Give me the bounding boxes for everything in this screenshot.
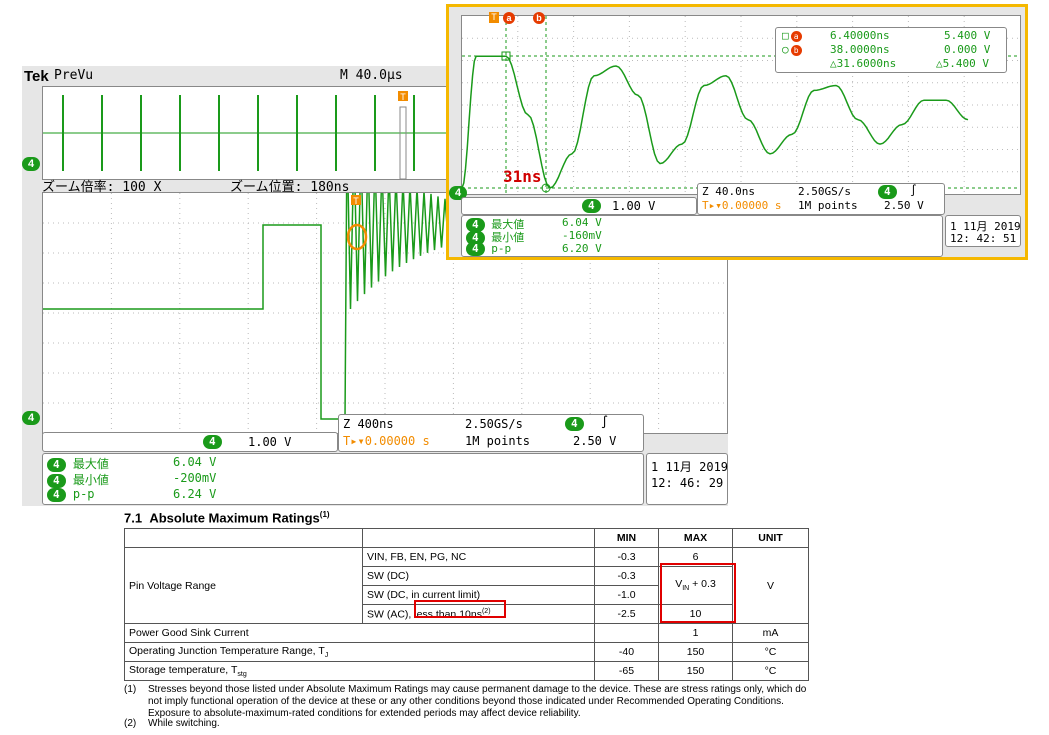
- readout-delta-volt: △5.400 V: [936, 57, 989, 70]
- ch4-badge: 4: [203, 435, 222, 449]
- sample-rate: 2.50GS/s: [465, 417, 523, 431]
- inset-record-length: 1M points: [798, 199, 858, 212]
- timebase-label: M 40.0µs: [340, 68, 403, 83]
- table-row: Power Good Sink Current 1 mA: [124, 623, 809, 643]
- inset-ch4-scale: 1.00 V: [612, 199, 656, 213]
- inset-zoom-time: Z 40.0ns: [702, 185, 755, 198]
- header-unit: UNIT: [732, 528, 809, 548]
- readout-b-volt: 0.000 V: [944, 43, 991, 56]
- zoom-settings-box: Z 400ns 2.50GS/s 4 ∫ T▸▾0.00000 s 1M poi…: [338, 414, 644, 452]
- main-trigger-icon: T: [351, 195, 361, 206]
- cursor-readout-box: □ a 6.40000ns 5.400 V ○ b 38.0000ns 0.000 …: [775, 27, 1007, 73]
- trigger-ch-badge: 4: [565, 417, 584, 431]
- record-length: 1M points: [465, 434, 531, 448]
- cursor-a-label: a: [503, 12, 515, 24]
- mode-label: PreVu: [54, 68, 94, 83]
- inset-meas-pp-row: 4 p-p 6.20 V: [466, 242, 602, 256]
- ch4-scale: 1.00 V: [248, 435, 292, 449]
- zoom-window-marker: [399, 106, 407, 180]
- pin-voltage-label: Pin Voltage Range: [124, 547, 363, 624]
- highlight-max-values: [660, 563, 736, 623]
- inset-trigger-edge-icon: ∫: [910, 184, 917, 197]
- svg-text:T: T: [400, 92, 406, 102]
- zoom-time: Z 400ns: [343, 417, 394, 431]
- inset-trigger-offset: T▸▾0.00000 s: [702, 199, 782, 212]
- readout-a-time: 6.40000ns: [830, 29, 890, 42]
- readout-a-volt: 5.400 V: [944, 29, 991, 42]
- ratings-title: 7.1 Absolute Maximum Ratings(1): [124, 510, 330, 526]
- readout-b-icon: ○ b: [782, 43, 802, 56]
- footnote-1: (1) Stresses beyond those listed under A…: [124, 684, 807, 719]
- footnote-2: (2) While switching.: [124, 718, 220, 729]
- inset-ch4-scale-box: 4 1.00 V: [461, 197, 697, 215]
- readout-a-icon: □ a: [782, 29, 802, 42]
- header-min: MIN: [594, 528, 659, 548]
- table-header-row: MIN MAX UNIT: [124, 528, 809, 548]
- time-label: 12: 46: 29: [651, 476, 724, 490]
- trigger-level: 2.50 V: [573, 434, 617, 448]
- ch4-scale-box: 4 1.00 V: [42, 432, 338, 452]
- inset-trigger-icon: T: [489, 12, 499, 23]
- trigger-offset: T▸▾0.00000 s: [343, 434, 430, 448]
- pin-voltage-unit: V: [732, 547, 809, 624]
- meas-max-row: 4 最大値 6.04 V: [47, 455, 216, 472]
- meas-min-row: 4 最小値 -200mV: [47, 471, 216, 488]
- prevu-ch4-marker: 4: [22, 154, 41, 172]
- inset-time-label: 12: 42: 51: [950, 232, 1017, 245]
- inset-measurement-box: 4 最大値 6.04 V 4 最小値 -160mV 4 p-p 6.20 V: [461, 215, 943, 257]
- measurement-box: 4 最大値 6.04 V 4 最小値 -200mV 4 p-p 6.24 V: [42, 453, 644, 505]
- readout-b-time: 38.0000ns: [830, 43, 890, 56]
- inset-trigger-level: 2.50 V: [884, 199, 924, 212]
- readout-delta-time: △31.6000ns: [830, 57, 897, 70]
- svg-text:T: T: [353, 196, 359, 206]
- main-ch4-ground-marker: 4: [22, 408, 41, 426]
- date-time-box: 1 11月 2019 12: 46: 29: [646, 453, 728, 505]
- inset-trigger-ch-badge: 4: [878, 185, 897, 199]
- meas-pp-row: 4 p-p 6.24 V: [47, 487, 216, 502]
- header-max: MAX: [658, 528, 733, 548]
- date-label: 1 11月 2019: [651, 460, 729, 474]
- trigger-edge-icon: ∫: [601, 415, 609, 429]
- trigger-marker-icon: T: [398, 91, 408, 102]
- table-row: Storage temperature, Tstg -65 150 °C: [124, 661, 809, 682]
- annotation-31ns: 31ns: [503, 167, 542, 186]
- inset-date-time-box: 1 11月 2019 12: 42: 51: [945, 215, 1021, 247]
- brand-label: Tek: [24, 68, 49, 85]
- highlight-less-than-10ns: [414, 600, 506, 618]
- inset-ch4-badge: 4: [582, 199, 601, 213]
- table-row: Operating Junction Temperature Range, TJ…: [124, 641, 809, 663]
- inset-zoom-scope: T a b □ a 6.40000ns 5.400 V ○ b 38.0000ns …: [446, 4, 1028, 260]
- cursor-b-label: b: [533, 12, 545, 24]
- inset-sample-rate: 2.50GS/s: [798, 185, 851, 198]
- inset-zoom-settings-box: Z 40.0ns 2.50GS/s 4 ∫ T▸▾0.00000 s 1M po…: [697, 183, 945, 215]
